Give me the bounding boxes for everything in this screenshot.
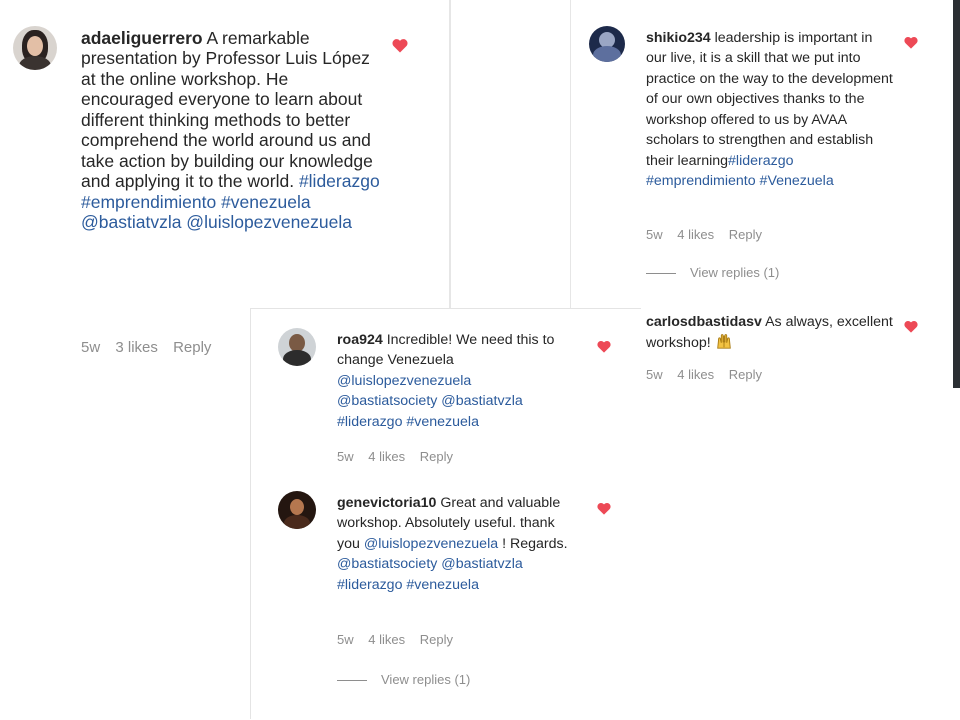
hashtags-mentions[interactable]: @bastiatsociety @bastiatvzla #liderazgo … [337, 556, 523, 592]
comment-roa924: roa924 Incredible! We need this to chang… [251, 309, 642, 489]
reply-button[interactable]: Reply [173, 339, 211, 356]
background-strip [953, 0, 960, 388]
avatar[interactable] [589, 26, 625, 62]
comment-body: shikio234 leadership is important in our… [646, 28, 896, 192]
avatar[interactable] [13, 26, 57, 70]
timestamp: 5w [337, 632, 354, 647]
comment-meta: 5w 4 likes Reply [646, 227, 773, 242]
avatar[interactable] [278, 491, 316, 529]
divider-dash [337, 680, 367, 682]
like-count[interactable]: 4 likes [677, 367, 714, 382]
reply-button[interactable]: Reply [729, 367, 762, 382]
divider [449, 0, 451, 310]
comment-meta: 5w 3 likes Reply [81, 339, 222, 356]
comment-panel-front: roa924 Incredible! We need this to chang… [251, 309, 642, 720]
view-replies-button[interactable]: View replies (1) [646, 265, 779, 280]
timestamp: 5w [646, 367, 663, 382]
view-replies-label[interactable]: View replies (1) [690, 265, 779, 280]
username[interactable]: carlosdbastidasv [646, 314, 762, 330]
heart-icon[interactable] [904, 320, 918, 333]
like-count[interactable]: 4 likes [368, 632, 405, 647]
like-count[interactable]: 4 likes [368, 449, 405, 464]
hashtags-mentions[interactable]: @luislopezvenezuela @bastiatsociety @bas… [337, 373, 523, 430]
heart-icon[interactable] [392, 38, 408, 53]
timestamp: 5w [646, 227, 663, 242]
reply-button[interactable]: Reply [420, 449, 453, 464]
comment-meta: 5w 4 likes Reply [337, 632, 464, 647]
comment-shikio234: shikio234 leadership is important in our… [571, 0, 960, 290]
comment-body: adaeliguerrero A remarkable presentation… [81, 28, 381, 233]
username[interactable]: roa924 [337, 332, 383, 348]
mention[interactable]: @luislopezvenezuela [364, 536, 498, 552]
view-replies-label[interactable]: View replies (1) [381, 672, 470, 687]
username[interactable]: genevictoria10 [337, 495, 436, 511]
comment-body: roa924 Incredible! We need this to chang… [337, 330, 569, 432]
username[interactable]: adaeliguerrero [81, 28, 203, 48]
comment-text: leadership is important in our live, it … [646, 30, 893, 169]
comment-meta: 5w 4 likes Reply [337, 449, 464, 464]
like-count[interactable]: 3 likes [115, 339, 158, 356]
divider-dash [646, 273, 676, 275]
heart-icon[interactable] [597, 340, 611, 353]
reply-button[interactable]: Reply [729, 227, 762, 242]
heart-icon[interactable] [904, 36, 918, 49]
timestamp: 5w [337, 449, 354, 464]
username[interactable]: shikio234 [646, 30, 711, 46]
comment-text-after: ! Regards. [502, 535, 568, 552]
timestamp: 5w [81, 339, 101, 356]
avatar[interactable] [278, 328, 316, 366]
comment-body: genevictoria10 Great and valuable worksh… [337, 493, 573, 595]
view-replies-button[interactable]: View replies (1) [337, 672, 470, 687]
raising-hands-emoji-icon [716, 334, 731, 350]
comment-genevictoria10: genevictoria10 Great and valuable worksh… [251, 484, 642, 720]
heart-icon[interactable] [597, 502, 611, 515]
comment-text: A remarkable presentation by Professor L… [81, 28, 373, 192]
reply-button[interactable]: Reply [420, 632, 453, 647]
comment-meta: 5w 4 likes Reply [646, 367, 773, 382]
comment-body: carlosdbastidasv As always, excellent wo… [646, 312, 896, 354]
like-count[interactable]: 4 likes [677, 227, 714, 242]
